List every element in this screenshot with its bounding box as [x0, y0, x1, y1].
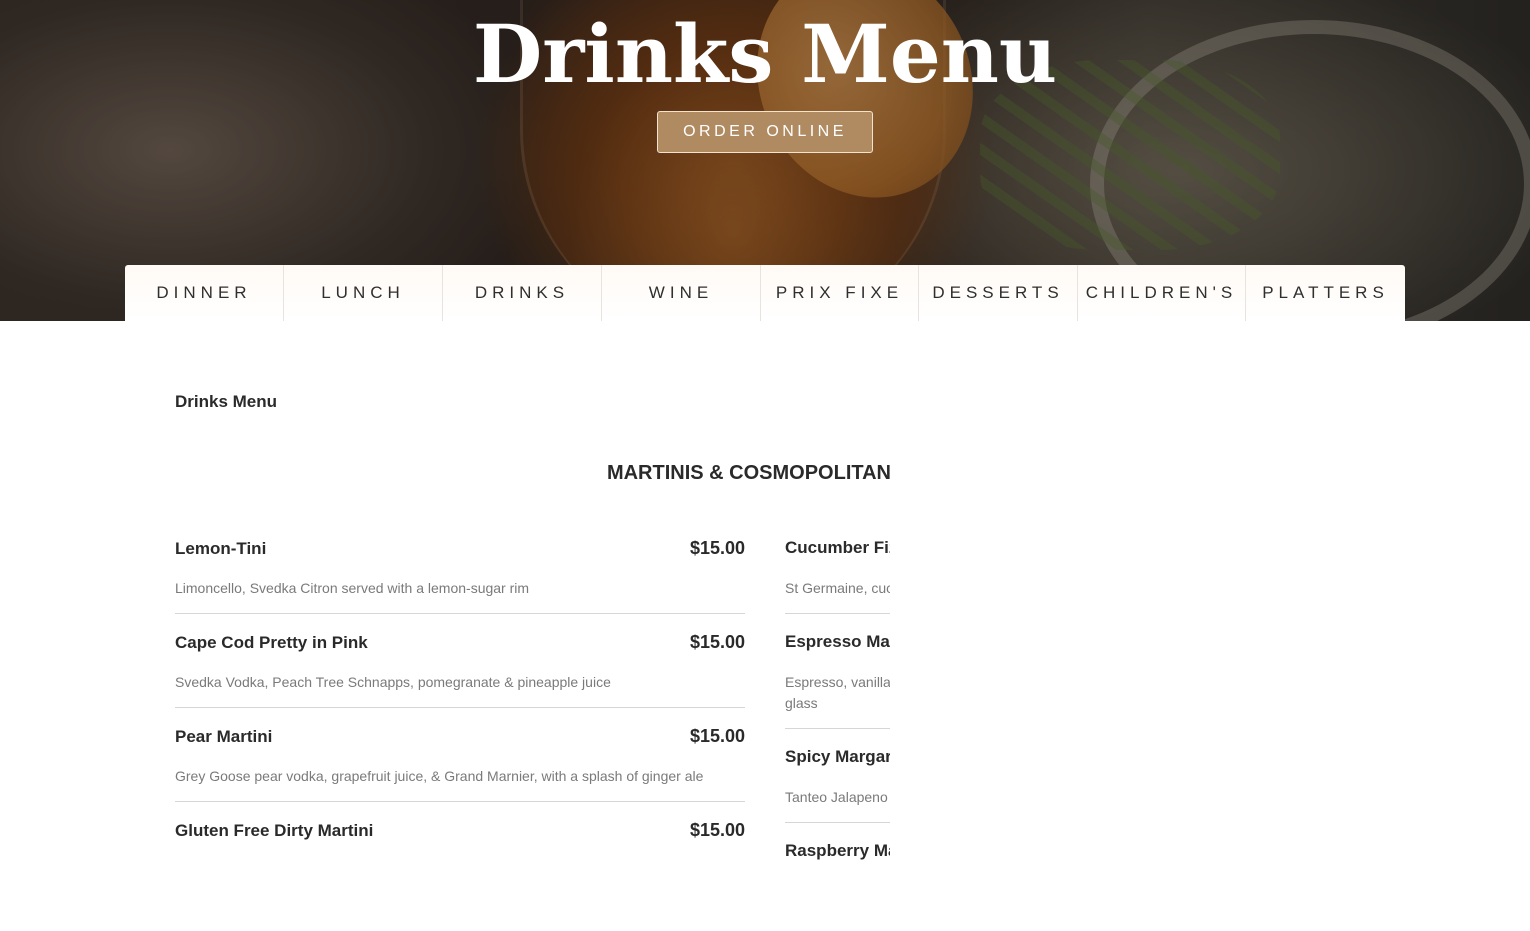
menu-item: Cucumber Fiz St Germaine, cuc — [785, 520, 890, 614]
item-description: Grey Goose pear vodka, grapefruit juice,… — [175, 768, 704, 784]
item-name: Cape Cod Pretty in Pink — [175, 633, 368, 652]
tab-lunch[interactable]: LUNCH — [284, 265, 443, 321]
menu-tabs: DINNER LUNCH DRINKS WINE PRIX FIXE DESSE… — [125, 265, 1405, 321]
item-description: Svedka Vodka, Peach Tree Schnapps, pomeg… — [175, 674, 611, 690]
menu-item: Spicy Margarit Tanteo Jalapeno — [785, 729, 890, 823]
item-price: $15.00 — [689, 538, 745, 558]
category-title: MARTINIS & COSMOPOLITAN — [606, 462, 891, 484]
item-description: St Germaine, cuc — [785, 580, 890, 596]
menu-item: Espresso Mar Espresso, vanilla glass — [785, 614, 890, 729]
menu-item: Raspberry Ma — [785, 823, 890, 877]
item-name: Raspberry Ma — [785, 841, 890, 860]
item-description-continued: glass — [785, 695, 818, 711]
tab-desserts[interactable]: DESSERTS — [919, 265, 1078, 321]
menu-column-right: Cucumber Fiz St Germaine, cuc Espresso M… — [785, 520, 890, 877]
tab-wine[interactable]: WINE — [602, 265, 761, 321]
menu-column-left: Lemon-Tini $15.00 Limoncello, Svedka Cit… — [175, 520, 745, 856]
tab-drinks[interactable]: DRINKS — [443, 265, 602, 321]
item-name: Pear Martini — [175, 727, 273, 746]
menu-item: Lemon-Tini $15.00 Limoncello, Svedka Cit… — [175, 520, 745, 614]
page-title: Drinks Menu — [472, 7, 1058, 101]
tab-childrens[interactable]: CHILDREN'S — [1078, 265, 1246, 321]
item-name: Espresso Mar — [785, 632, 890, 651]
item-description: Limoncello, Svedka Citron served with a … — [175, 580, 530, 596]
menu-item: Pear Martini $15.00 Grey Goose pear vodk… — [175, 708, 745, 802]
item-description: Tanteo Jalapeno — [785, 789, 888, 805]
item-name: Cucumber Fiz — [785, 538, 890, 557]
section-heading: Drinks Menu — [175, 392, 278, 411]
order-online-button[interactable]: ORDER ONLINE — [657, 111, 873, 153]
menu-item: Cape Cod Pretty in Pink $15.00 Svedka Vo… — [175, 614, 745, 708]
item-price: $15.00 — [689, 820, 745, 840]
tab-dinner[interactable]: DINNER — [125, 265, 284, 321]
item-description: Espresso, vanilla — [785, 674, 890, 690]
tab-platters[interactable]: PLATTERS — [1246, 265, 1405, 321]
menu-item: Gluten Free Dirty Martini $15.00 — [175, 802, 745, 856]
item-name: Spicy Margarit — [785, 747, 890, 766]
item-price: $15.00 — [689, 726, 745, 746]
tab-prix-fixe[interactable]: PRIX FIXE — [761, 265, 919, 321]
item-price: $15.00 — [689, 632, 745, 652]
item-name: Lemon-Tini — [175, 539, 267, 558]
item-name: Gluten Free Dirty Martini — [175, 821, 374, 840]
